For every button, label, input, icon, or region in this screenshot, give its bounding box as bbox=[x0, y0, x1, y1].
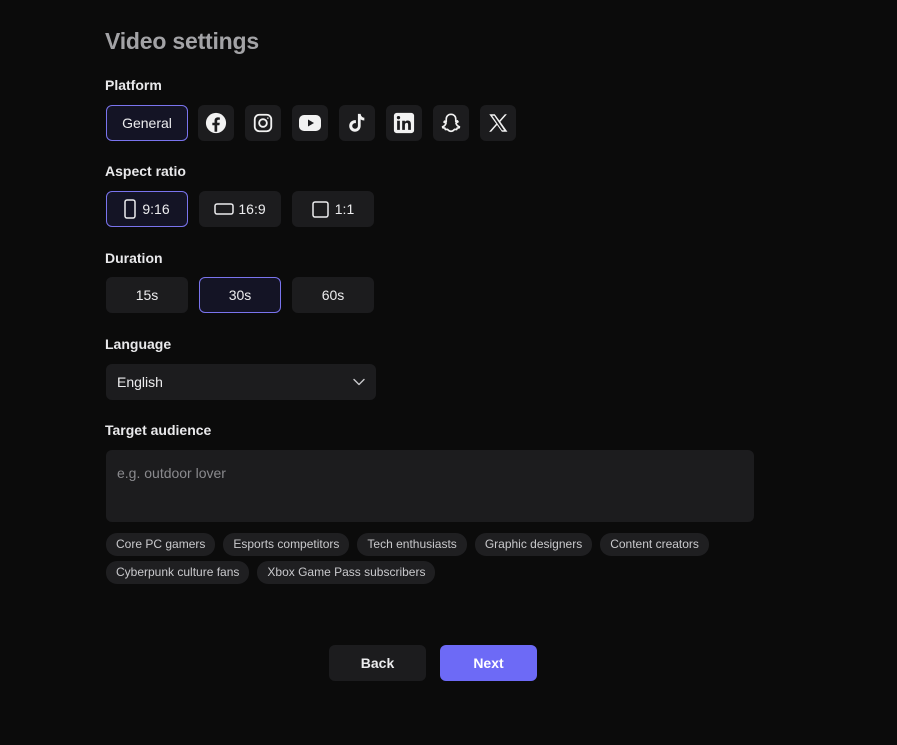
aspect-ratio-16-9-button[interactable]: 16:9 bbox=[199, 191, 281, 227]
language-label: Language bbox=[105, 336, 172, 352]
target-audience-input[interactable] bbox=[106, 450, 754, 522]
platform-instagram-button[interactable] bbox=[245, 105, 281, 141]
video-settings-page: Video settings Platform General Aspect r… bbox=[0, 0, 897, 745]
duration-label: Duration bbox=[105, 250, 163, 266]
landscape-rect-icon bbox=[214, 203, 235, 215]
platform-general-button[interactable]: General bbox=[106, 105, 188, 141]
instagram-icon bbox=[252, 112, 274, 134]
aspect-ratio-label-16-9: 16:9 bbox=[238, 201, 266, 217]
back-button[interactable]: Back bbox=[329, 645, 426, 681]
facebook-icon bbox=[205, 112, 227, 134]
language-value: English bbox=[117, 374, 163, 390]
aspect-ratio-1-1-button[interactable]: 1:1 bbox=[292, 191, 374, 227]
language-select[interactable]: English bbox=[106, 364, 376, 400]
audience-chip[interactable]: Cyberpunk culture fans bbox=[106, 561, 250, 584]
linkedin-icon bbox=[393, 112, 415, 134]
chevron-down-icon bbox=[353, 378, 365, 386]
next-button[interactable]: Next bbox=[440, 645, 537, 681]
tiktok-icon bbox=[346, 112, 368, 134]
youtube-icon bbox=[298, 114, 322, 132]
snapchat-icon bbox=[440, 112, 462, 134]
aspect-ratio-label: Aspect ratio bbox=[105, 163, 186, 179]
platform-linkedin-button[interactable] bbox=[386, 105, 422, 141]
platform-label: Platform bbox=[105, 77, 162, 93]
platform-x-button[interactable] bbox=[480, 105, 516, 141]
platform-tiktok-button[interactable] bbox=[339, 105, 375, 141]
target-audience-label: Target audience bbox=[105, 422, 212, 438]
audience-chip[interactable]: Xbox Game Pass subscribers bbox=[257, 561, 436, 584]
platform-snapchat-button[interactable] bbox=[433, 105, 469, 141]
x-icon bbox=[487, 112, 509, 134]
audience-chip[interactable]: Tech enthusiasts bbox=[357, 533, 467, 556]
audience-chip[interactable]: Content creators bbox=[600, 533, 709, 556]
audience-suggestions: Core PC gamers Esports competitors Tech … bbox=[106, 533, 766, 589]
aspect-ratio-options: 9:16 16:9 1:1 bbox=[106, 191, 385, 227]
platform-youtube-button[interactable] bbox=[292, 105, 328, 141]
aspect-ratio-label-1-1: 1:1 bbox=[334, 201, 355, 217]
portrait-rect-icon bbox=[124, 199, 137, 219]
duration-60s-button[interactable]: 60s bbox=[292, 277, 374, 313]
audience-chip[interactable]: Core PC gamers bbox=[106, 533, 216, 556]
aspect-ratio-9-16-button[interactable]: 9:16 bbox=[106, 191, 188, 227]
audience-chip[interactable]: Graphic designers bbox=[474, 533, 593, 556]
duration-30s-button[interactable]: 30s bbox=[199, 277, 281, 313]
audience-chip[interactable]: Esports competitors bbox=[223, 533, 350, 556]
square-rect-icon bbox=[312, 200, 329, 218]
platform-options: General bbox=[106, 105, 527, 141]
page-title: Video settings bbox=[105, 28, 259, 54]
duration-15s-button[interactable]: 15s bbox=[106, 277, 188, 313]
duration-options: 15s 30s 60s bbox=[106, 277, 385, 313]
aspect-ratio-label-9-16: 9:16 bbox=[142, 201, 170, 217]
platform-facebook-button[interactable] bbox=[198, 105, 234, 141]
